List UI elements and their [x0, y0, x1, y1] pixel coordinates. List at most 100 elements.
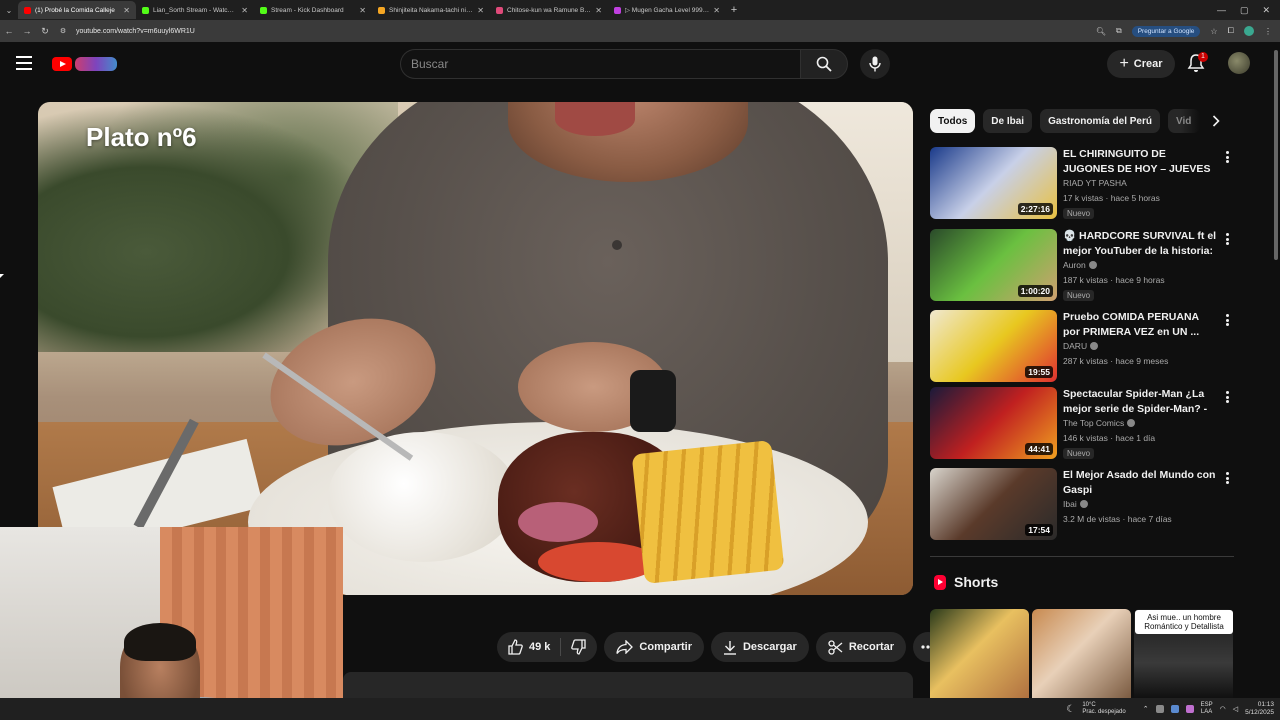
notification-badge: 1 — [1198, 52, 1208, 62]
video-meta: 3.2 M de vistas · hace 7 días — [1063, 514, 1172, 524]
recommended-video[interactable]: 19:55 Pruebo COMIDA PERUANA por PRIMERA V… — [930, 310, 1235, 382]
video-thumbnail[interactable]: 19:55 — [930, 310, 1057, 382]
url-field[interactable]: youtube.com/watch?v=m6uuyl6WR1U — [76, 28, 1096, 35]
video-thumbnail[interactable]: 44:41 — [930, 387, 1057, 459]
tab-close-icon[interactable]: ✕ — [123, 6, 130, 15]
menu-icon[interactable] — [16, 56, 32, 70]
account-avatar[interactable] — [1228, 52, 1250, 74]
video-title[interactable]: 💀 HARDCORE SURVIVAL ft el mejor YouTuber… — [1063, 229, 1218, 259]
tray-app-icon[interactable] — [1155, 705, 1164, 713]
search-input[interactable] — [411, 57, 800, 71]
google-search-button[interactable]: Preguntar a Google — [1131, 25, 1201, 37]
wifi-icon[interactable]: ◠ — [1220, 705, 1226, 713]
more-vert-icon[interactable] — [1222, 389, 1232, 405]
tab-close-icon[interactable]: ✕ — [713, 6, 720, 15]
filter-chip[interactable]: Gastronomía del Perú — [1040, 109, 1160, 133]
close-window-icon[interactable]: ✕ — [1262, 5, 1270, 16]
channel-name[interactable]: The Top Comics — [1063, 418, 1136, 428]
short-thumbnail[interactable] — [930, 609, 1029, 699]
filter-chip[interactable]: Todos — [930, 109, 976, 133]
browser-tab[interactable]: Stream - Kick Dashboard ✕ — [254, 1, 372, 19]
forward-icon[interactable]: → — [18, 26, 36, 36]
share-button[interactable]: Compartir — [604, 632, 704, 662]
maximize-icon[interactable]: ▢ — [1240, 5, 1249, 16]
tab-favicon-icon — [24, 6, 31, 14]
minimize-icon[interactable]: — — [1217, 5, 1226, 15]
chips-next-button[interactable] — [1205, 110, 1227, 132]
more-vert-icon[interactable] — [1222, 470, 1232, 486]
browser-tab[interactable]: Shinjiteita Nakama-tachi ni Du ✕ — [372, 1, 490, 19]
browser-menu-icon[interactable]: ⋮ — [1264, 27, 1272, 36]
tab-close-icon[interactable]: ✕ — [359, 6, 366, 15]
video-meta: 17 k vistas · hace 5 horas — [1063, 193, 1160, 203]
video-title[interactable]: EL CHIRINGUITO DE JUGONES DE HOY – JUEVE… — [1063, 147, 1218, 177]
video-thumbnail[interactable]: 17:54 — [930, 468, 1057, 540]
zoom-icon[interactable]: 🔍︎ — [1096, 27, 1106, 36]
bookmark-star-icon[interactable]: ☆ — [1210, 27, 1217, 36]
video-thumbnail[interactable]: 1:00:20 — [930, 229, 1057, 301]
browser-tab[interactable]: (1) Probé la Comida Calleje ✕ — [18, 1, 136, 19]
browser-tab[interactable]: ▷ Mugen Gacha Level 9999 Ca ✕ — [608, 1, 726, 19]
tab-title: Stream - Kick Dashboard — [271, 6, 344, 14]
language-indicator[interactable]: ESP LAA — [1201, 702, 1213, 716]
page-scrollbar[interactable] — [1271, 42, 1280, 698]
back-icon[interactable]: ← — [0, 26, 18, 36]
new-tab-button[interactable]: + — [726, 4, 742, 16]
more-vert-icon[interactable] — [1222, 149, 1232, 165]
volume-icon[interactable]: ◁ — [1233, 705, 1238, 713]
tab-search-icon[interactable]: ⌄ — [0, 6, 18, 15]
reload-icon[interactable]: ↻ — [36, 26, 54, 37]
filter-chip[interactable]: De Ibai — [983, 109, 1033, 133]
channel-name[interactable]: DARU — [1063, 341, 1099, 351]
tab-close-icon[interactable]: ✕ — [595, 6, 602, 15]
tray-expand-icon[interactable]: ⌃ — [1143, 705, 1149, 713]
recommended-video[interactable]: 2:27:16 EL CHIRINGUITO DE JUGONES DE HOY … — [930, 147, 1235, 219]
tray-app-icon[interactable] — [1170, 705, 1179, 713]
screen: ⌄ (1) Probé la Comida Calleje ✕ Lian_Sorth… — [0, 0, 1280, 720]
description-box[interactable] — [343, 672, 913, 698]
browser-tab[interactable]: Chitose-kun wa Ramune Bin no ✕ — [490, 1, 608, 19]
channel-name[interactable]: RIAD YT PASHA — [1063, 178, 1127, 188]
video-title[interactable]: Spectacular Spider-Man ¿La mejor serie d… — [1063, 387, 1218, 417]
extensions-icon[interactable]: ⧠ — [1228, 26, 1234, 36]
youtube-logo[interactable] — [52, 55, 118, 73]
recommended-video[interactable]: 44:41 Spectacular Spider-Man ¿La mejor se… — [930, 387, 1235, 459]
channel-name[interactable]: Ibai — [1063, 499, 1088, 509]
filter-chip[interactable]: Vid — [1167, 109, 1200, 133]
like-count: 49 k — [529, 641, 551, 653]
shorts-icon — [934, 574, 946, 590]
tray-app-icon[interactable] — [1185, 705, 1194, 713]
create-button[interactable]: + Crear — [1107, 50, 1175, 78]
tab-close-icon[interactable]: ✕ — [241, 6, 248, 15]
video-title[interactable]: El Mejor Asado del Mundo con Gaspi — [1063, 468, 1218, 498]
mouse-cursor-icon — [0, 274, 4, 278]
browser-profile-avatar[interactable] — [1244, 26, 1254, 36]
video-title[interactable]: Pruebo COMIDA PERUANA por PRIMERA VEZ en… — [1063, 310, 1218, 340]
short-thumbnail[interactable] — [1032, 609, 1131, 699]
browser-tab-strip: ⌄ (1) Probé la Comida Calleje ✕ Lian_Sorth… — [0, 0, 1280, 20]
scrollbar-thumb[interactable] — [1274, 50, 1278, 260]
video-player[interactable]: Plato nº6 — [38, 102, 913, 595]
tab-close-icon[interactable]: ✕ — [477, 6, 484, 15]
like-button[interactable]: 49 k — [497, 632, 560, 662]
recommended-video[interactable]: 1:00:20 💀 HARDCORE SURVIVAL ft el mejor Y… — [930, 229, 1235, 301]
tab-favicon-icon — [142, 6, 149, 14]
weather-widget[interactable]: 10°C Prac. despejado — [1082, 702, 1125, 716]
video-thumbnail[interactable]: 2:27:16 — [930, 147, 1057, 219]
dislike-button[interactable] — [561, 632, 597, 662]
site-info-icon[interactable]: ⚙ — [54, 27, 72, 35]
more-vert-icon[interactable] — [1222, 312, 1232, 328]
cast-icon[interactable]: ⧉ — [1116, 26, 1122, 36]
more-vert-icon[interactable] — [1222, 231, 1232, 247]
plus-icon: + — [1119, 55, 1129, 72]
clip-button[interactable]: Recortar — [815, 632, 907, 662]
download-button[interactable]: Descargar — [710, 632, 809, 662]
video-duration: 2:27:16 — [1017, 203, 1053, 215]
channel-name[interactable]: Auron — [1063, 260, 1097, 270]
voice-search-button[interactable] — [860, 49, 890, 79]
clock[interactable]: 01:13 5/12/2025 — [1245, 701, 1274, 717]
search-box — [400, 49, 800, 79]
browser-tab[interactable]: Lian_Sorth Stream - Watch Live ✕ — [136, 1, 254, 19]
recommended-video[interactable]: 17:54 El Mejor Asado del Mundo con Gaspi I… — [930, 468, 1235, 540]
search-button[interactable] — [800, 49, 848, 79]
